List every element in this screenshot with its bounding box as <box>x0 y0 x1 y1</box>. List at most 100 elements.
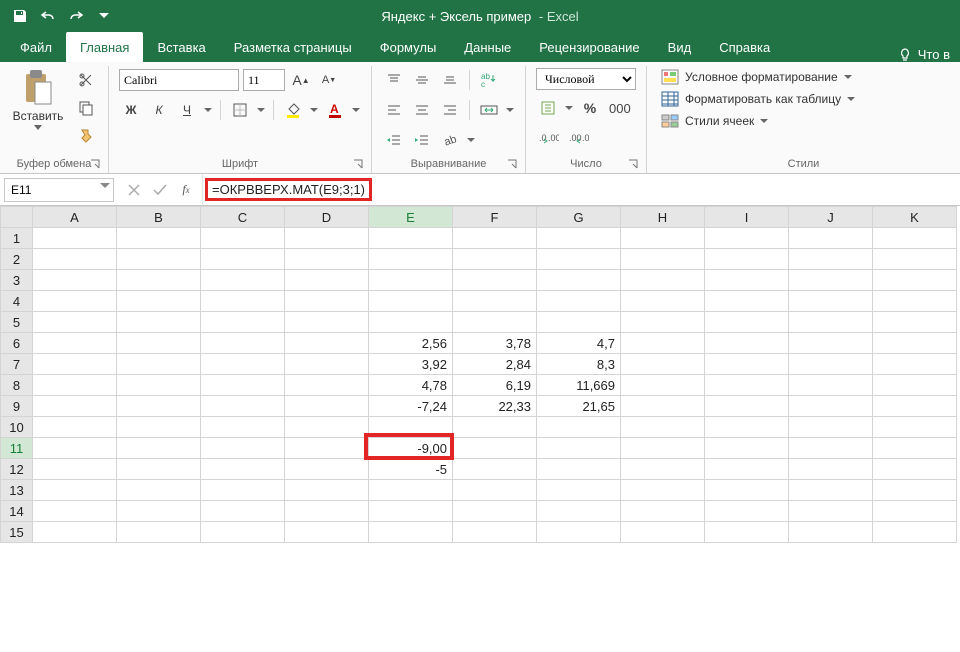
cell-E3[interactable] <box>369 270 453 291</box>
cell-C4[interactable] <box>201 291 285 312</box>
cell-B5[interactable] <box>117 312 201 333</box>
cell-C2[interactable] <box>201 249 285 270</box>
align-middle-button[interactable] <box>410 68 434 92</box>
cell-I4[interactable] <box>705 291 789 312</box>
cell-D6[interactable] <box>285 333 369 354</box>
underline-button[interactable]: Ч <box>175 98 199 122</box>
cell-D11[interactable] <box>285 438 369 459</box>
cell-K14[interactable] <box>873 501 957 522</box>
cell-A4[interactable] <box>33 291 117 312</box>
cell-K12[interactable] <box>873 459 957 480</box>
cell-F1[interactable] <box>453 228 537 249</box>
copy-button[interactable] <box>74 96 98 120</box>
cell-C14[interactable] <box>201 501 285 522</box>
cell-F3[interactable] <box>453 270 537 291</box>
cell-K1[interactable] <box>873 228 957 249</box>
row-header-6[interactable]: 6 <box>1 333 33 354</box>
cell-A2[interactable] <box>33 249 117 270</box>
cell-E6[interactable]: 2,56 <box>369 333 453 354</box>
currency-more[interactable] <box>564 106 574 111</box>
cell-K5[interactable] <box>873 312 957 333</box>
cell-I1[interactable] <box>705 228 789 249</box>
cell-H1[interactable] <box>621 228 705 249</box>
cell-F9[interactable]: 22,33 <box>453 396 537 417</box>
cell-H10[interactable] <box>621 417 705 438</box>
cell-H12[interactable] <box>621 459 705 480</box>
cell-G7[interactable]: 8,3 <box>537 354 621 375</box>
underline-more[interactable] <box>203 108 213 113</box>
cut-button[interactable] <box>74 68 98 92</box>
cell-G6[interactable]: 4,7 <box>537 333 621 354</box>
cell-J1[interactable] <box>789 228 873 249</box>
cell-I2[interactable] <box>705 249 789 270</box>
cell-G1[interactable] <box>537 228 621 249</box>
cell-A6[interactable] <box>33 333 117 354</box>
row-header-11[interactable]: 11 <box>1 438 33 459</box>
cell-D7[interactable] <box>285 354 369 375</box>
borders-more[interactable] <box>256 108 266 113</box>
cell-E7[interactable]: 3,92 <box>369 354 453 375</box>
cell-E4[interactable] <box>369 291 453 312</box>
cell-B11[interactable] <box>117 438 201 459</box>
cell-F13[interactable] <box>453 480 537 501</box>
cell-C6[interactable] <box>201 333 285 354</box>
cell-K4[interactable] <box>873 291 957 312</box>
tab-formulas[interactable]: Формулы <box>366 32 451 62</box>
cell-J4[interactable] <box>789 291 873 312</box>
cell-G10[interactable] <box>537 417 621 438</box>
cell-E10[interactable] <box>369 417 453 438</box>
col-header-C[interactable]: C <box>201 207 285 228</box>
cell-I6[interactable] <box>705 333 789 354</box>
cell-J13[interactable] <box>789 480 873 501</box>
format-as-table-button[interactable]: Форматировать как таблицу <box>657 90 859 108</box>
cell-E13[interactable] <box>369 480 453 501</box>
cancel-formula-button[interactable] <box>122 178 146 202</box>
increase-font-button[interactable]: A▲ <box>289 68 313 92</box>
align-center-button[interactable] <box>410 98 434 122</box>
cell-C9[interactable] <box>201 396 285 417</box>
tell-me[interactable]: Что в <box>892 47 960 62</box>
cell-K15[interactable] <box>873 522 957 543</box>
cell-A9[interactable] <box>33 396 117 417</box>
fill-more[interactable] <box>309 108 319 113</box>
cell-H8[interactable] <box>621 375 705 396</box>
tab-insert[interactable]: Вставка <box>143 32 219 62</box>
cell-C8[interactable] <box>201 375 285 396</box>
conditional-formatting-button[interactable]: Условное форматирование <box>657 68 859 86</box>
qat-customize[interactable] <box>90 3 118 29</box>
align-right-button[interactable] <box>438 98 462 122</box>
cell-D13[interactable] <box>285 480 369 501</box>
cell-A5[interactable] <box>33 312 117 333</box>
number-format-combo[interactable]: Числовой <box>536 68 636 90</box>
cell-C10[interactable] <box>201 417 285 438</box>
cell-G3[interactable] <box>537 270 621 291</box>
row-header-1[interactable]: 1 <box>1 228 33 249</box>
font-size-combo[interactable] <box>243 69 285 91</box>
cell-G12[interactable] <box>537 459 621 480</box>
cell-E11[interactable]: -9,00 <box>369 438 453 459</box>
cell-J2[interactable] <box>789 249 873 270</box>
cell-styles-button[interactable]: Стили ячеек <box>657 112 859 130</box>
row-header-8[interactable]: 8 <box>1 375 33 396</box>
row-header-7[interactable]: 7 <box>1 354 33 375</box>
tab-home[interactable]: Главная <box>66 32 143 62</box>
cell-D8[interactable] <box>285 375 369 396</box>
cell-F2[interactable] <box>453 249 537 270</box>
cell-D15[interactable] <box>285 522 369 543</box>
cell-J8[interactable] <box>789 375 873 396</box>
cell-A10[interactable] <box>33 417 117 438</box>
col-header-A[interactable]: A <box>33 207 117 228</box>
cell-J10[interactable] <box>789 417 873 438</box>
cell-H13[interactable] <box>621 480 705 501</box>
cell-B7[interactable] <box>117 354 201 375</box>
cell-J15[interactable] <box>789 522 873 543</box>
cell-D12[interactable] <box>285 459 369 480</box>
italic-button[interactable]: К <box>147 98 171 122</box>
merge-button[interactable] <box>477 98 501 122</box>
cell-K3[interactable] <box>873 270 957 291</box>
increase-decimal-button[interactable]: .0.00 <box>536 126 562 150</box>
col-header-E[interactable]: E <box>369 207 453 228</box>
cell-C11[interactable] <box>201 438 285 459</box>
cell-D2[interactable] <box>285 249 369 270</box>
cell-G14[interactable] <box>537 501 621 522</box>
